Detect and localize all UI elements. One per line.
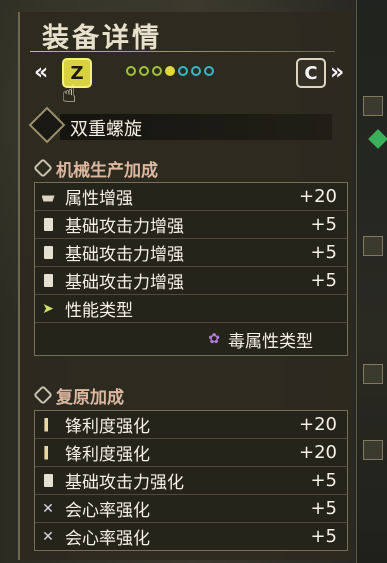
weapon-name: 双重螺旋 (70, 119, 142, 140)
crossed-swords-icon: ✕ (42, 528, 54, 545)
restore-bonus-list: 锋利度强化 +20 锋利度强化 +20 基础攻击力强化 +5 ✕ 会心率强化 +… (34, 410, 348, 551)
title-divider (30, 51, 335, 52)
list-item: 基础攻击力增强 +5 (35, 267, 347, 295)
row-label: 基础攻击力增强 (65, 273, 184, 293)
weapon-row: 双重螺旋 (28, 106, 335, 144)
list-item: ✕ 会心率强化 +5 (35, 523, 347, 550)
side-panel-edge (356, 0, 387, 563)
section-title: 机械生产加成 (56, 160, 158, 181)
arrow-icon: ➤ (42, 300, 54, 317)
section-header-restore: 复原加成 (33, 382, 124, 408)
row-label: 性能类型 (65, 301, 133, 321)
list-item: ✕ 会心率强化 +5 (35, 495, 347, 523)
list-item: 基础攻击力强化 +5 (35, 467, 347, 495)
row-value: +5 (310, 470, 337, 491)
page-dot (126, 66, 136, 76)
page-dot (139, 66, 149, 76)
list-item: ➤ 性能类型 (35, 295, 347, 323)
pointer-hand-icon: ☝ (62, 80, 77, 108)
row-value: +5 (310, 242, 337, 263)
row-value: +5 (310, 214, 337, 235)
side-slot-icon (363, 440, 383, 460)
blade-icon (41, 417, 55, 433)
list-item: ✿ 毒属性类型 (35, 323, 347, 355)
section-header-machine: 机械生产加成 (33, 155, 158, 181)
page-dot (191, 66, 201, 76)
side-slot-icon (363, 236, 383, 256)
row-label: 基础攻击力增强 (65, 217, 184, 237)
doc-icon (41, 273, 55, 289)
list-item: 锋利度强化 +20 (35, 411, 347, 439)
next-key-button[interactable]: C (296, 58, 326, 88)
machine-bonus-list: 属性增强 +20 基础攻击力增强 +5 基础攻击力增强 +5 基础攻击力增强 +… (34, 182, 348, 356)
section-diamond-icon (33, 158, 53, 178)
row-label: 基础攻击力增强 (65, 245, 184, 265)
list-item: 基础攻击力增强 +5 (35, 239, 347, 267)
row-value: +20 (299, 186, 337, 207)
side-diamond-icon (368, 129, 387, 149)
list-item: 基础攻击力增强 +5 (35, 211, 347, 239)
row-value: +20 (299, 442, 337, 463)
ship-icon (41, 189, 55, 205)
row-label: 会心率强化 (65, 501, 150, 521)
list-item: 属性增强 +20 (35, 183, 347, 211)
page-dot (204, 66, 214, 76)
doc-icon (41, 245, 55, 261)
next-arrow-icon[interactable]: » (330, 60, 344, 85)
page-title: 装备详情 (42, 23, 162, 54)
section-title: 复原加成 (56, 387, 124, 408)
row-label: 属性增强 (65, 189, 133, 209)
row-label: 锋利度强化 (65, 417, 150, 437)
doc-icon (41, 473, 55, 489)
side-slot-icon (363, 96, 383, 116)
row-label: 锋利度强化 (65, 445, 150, 465)
poison-type-label: 毒属性类型 (228, 331, 313, 352)
doc-icon (41, 217, 55, 233)
row-value: +5 (310, 498, 337, 519)
section-diamond-icon (33, 385, 53, 405)
list-item: 锋利度强化 +20 (35, 439, 347, 467)
row-label: 会心率强化 (65, 529, 150, 549)
row-label: 基础攻击力强化 (65, 473, 184, 493)
page-dot (152, 66, 162, 76)
blade-icon (41, 445, 55, 461)
poison-icon: ✿ (208, 331, 220, 347)
page-dot (178, 66, 188, 76)
side-slot-icon (363, 364, 383, 384)
crossed-swords-icon: ✕ (42, 500, 54, 517)
row-value: +5 (310, 526, 337, 547)
row-value: +5 (310, 270, 337, 291)
row-value: +20 (299, 414, 337, 435)
page-dot (165, 66, 175, 76)
prev-arrow-icon[interactable]: « (34, 60, 48, 85)
page-indicator (126, 66, 214, 76)
